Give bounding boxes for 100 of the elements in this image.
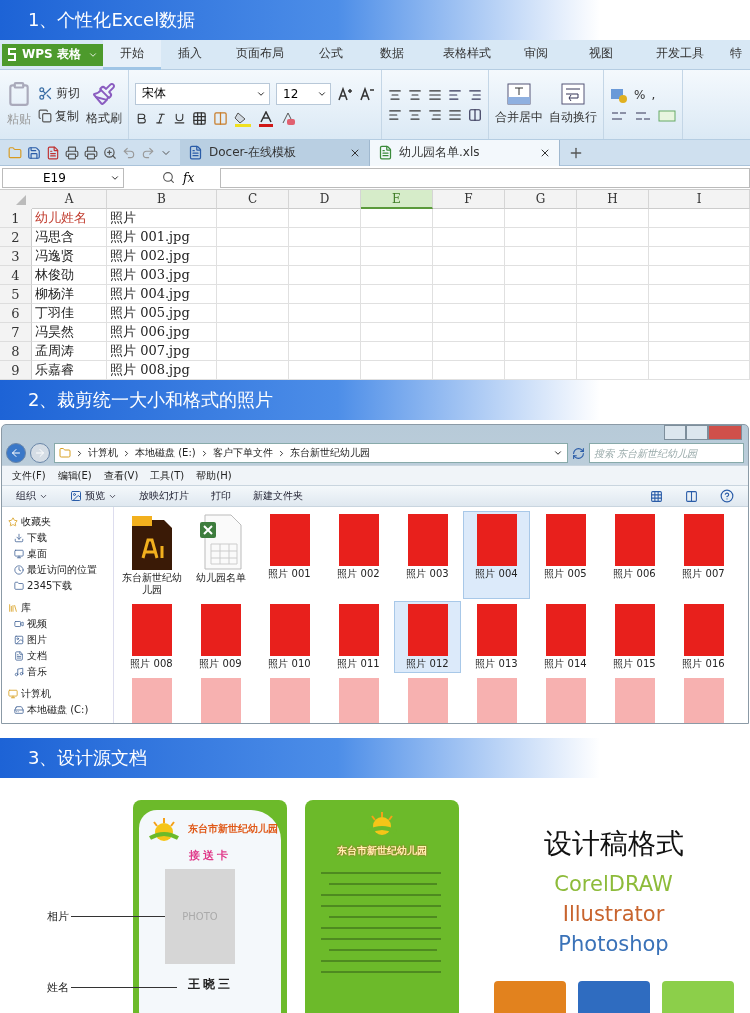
empty-cell[interactable] xyxy=(505,342,577,361)
nav-group[interactable]: 库 xyxy=(8,601,113,615)
empty-cell[interactable] xyxy=(505,323,577,342)
empty-cell[interactable] xyxy=(649,247,750,266)
empty-cell[interactable] xyxy=(289,323,361,342)
file-item[interactable]: 照片 005 xyxy=(532,511,599,599)
empty-cell[interactable] xyxy=(649,342,750,361)
column-header[interactable]: D xyxy=(289,190,361,209)
empty-cell[interactable] xyxy=(361,209,433,228)
document-tab[interactable]: Docer-在线模板 xyxy=(180,139,370,166)
nav-item[interactable]: 音乐 xyxy=(8,665,113,679)
minimize-button[interactable] xyxy=(664,425,686,440)
file-item[interactable]: 照片 010 xyxy=(256,601,323,673)
empty-cell[interactable] xyxy=(649,323,750,342)
nav-item[interactable]: 桌面 xyxy=(8,547,113,561)
file-item[interactable]: 照片 013 xyxy=(463,601,530,673)
empty-cell[interactable] xyxy=(577,209,649,228)
empty-cell[interactable] xyxy=(649,266,750,285)
forward-button[interactable] xyxy=(30,443,50,463)
nav-item[interactable]: 文档 xyxy=(8,649,113,663)
file-item[interactable]: 照片 003 xyxy=(394,511,461,599)
file-item[interactable]: 照片 009 xyxy=(187,601,254,673)
name-box[interactable]: E19 xyxy=(2,167,124,188)
empty-cell[interactable] xyxy=(361,247,433,266)
nav-item[interactable]: 本地磁盘 (C:) xyxy=(8,703,113,717)
empty-cell[interactable] xyxy=(577,266,649,285)
menu-tab[interactable]: 插入 xyxy=(160,39,219,70)
empty-cell[interactable] xyxy=(217,266,289,285)
file-item[interactable]: 照片 011 xyxy=(325,601,392,673)
empty-cell[interactable] xyxy=(577,285,649,304)
file-item[interactable]: 东台新世纪幼儿园 xyxy=(118,511,185,599)
empty-cell[interactable] xyxy=(433,285,505,304)
file-item[interactable]: 照片 014 xyxy=(532,601,599,673)
empty-cell[interactable] xyxy=(289,285,361,304)
empty-cell[interactable] xyxy=(433,342,505,361)
menu-tab[interactable]: 开发工具 xyxy=(638,39,723,70)
nav-item[interactable]: 视频 xyxy=(8,617,113,631)
file-item[interactable]: 幼儿园名单 xyxy=(187,511,254,599)
empty-cell[interactable] xyxy=(649,285,750,304)
file-item[interactable]: 照片 002 xyxy=(325,511,392,599)
maximize-button[interactable] xyxy=(686,425,708,440)
empty-cell[interactable] xyxy=(505,209,577,228)
empty-cell[interactable] xyxy=(289,209,361,228)
merge-center-button[interactable]: 合并居中 xyxy=(495,83,543,126)
empty-cell[interactable] xyxy=(289,304,361,323)
menu-item[interactable]: 工具(T) xyxy=(150,468,185,483)
cut-button[interactable]: 剪切 xyxy=(38,84,80,102)
nav-group[interactable]: 收藏夹 xyxy=(8,515,113,529)
formula-field[interactable] xyxy=(220,167,750,188)
empty-cell[interactable] xyxy=(577,228,649,247)
file-item[interactable]: 照片 001 xyxy=(256,511,323,599)
toolbar-button[interactable]: 预览 xyxy=(70,489,117,503)
toolbar-button[interactable]: 新建文件夹 xyxy=(253,489,303,503)
empty-cell[interactable] xyxy=(505,247,577,266)
menu-item[interactable]: 帮助(H) xyxy=(196,468,232,483)
file-item[interactable]: 照片 015 xyxy=(601,601,668,673)
breadcrumb[interactable]: 客户下单文件 xyxy=(212,446,273,460)
column-header[interactable]: I xyxy=(649,190,750,209)
file-item[interactable]: 照片 012 xyxy=(394,601,461,673)
menu-tab[interactable]: 审阅 xyxy=(508,39,565,70)
empty-cell[interactable] xyxy=(361,285,433,304)
empty-cell[interactable] xyxy=(217,342,289,361)
menu-tab[interactable]: 视图 xyxy=(564,39,639,70)
empty-cell[interactable] xyxy=(217,304,289,323)
nav-item[interactable]: 2345下载 xyxy=(8,579,113,593)
menu-tab[interactable]: 开始 xyxy=(103,39,161,70)
menu-tab[interactable]: 页面布局 xyxy=(218,39,302,70)
format-painter-button[interactable]: 格式刷 xyxy=(86,82,122,127)
breadcrumb[interactable]: 计算机 xyxy=(88,446,118,460)
empty-cell[interactable] xyxy=(649,228,750,247)
empty-cell[interactable] xyxy=(433,304,505,323)
empty-cell[interactable] xyxy=(289,266,361,285)
file-item[interactable]: 照片 006 xyxy=(601,511,668,599)
font-size-select[interactable]: 12 xyxy=(276,82,331,105)
empty-cell[interactable] xyxy=(433,247,505,266)
column-header[interactable]: F xyxy=(433,190,505,209)
empty-cell[interactable] xyxy=(361,323,433,342)
percent-button[interactable]: % xyxy=(634,87,646,102)
menu-tab[interactable]: 特 xyxy=(722,39,750,70)
empty-cell[interactable] xyxy=(361,304,433,323)
empty-cell[interactable] xyxy=(649,304,750,323)
empty-cell[interactable] xyxy=(433,209,505,228)
empty-cell[interactable] xyxy=(217,285,289,304)
comma-style-button[interactable]: , xyxy=(651,87,656,102)
document-tab[interactable]: 幼儿园名单.xls xyxy=(370,139,560,166)
empty-cell[interactable] xyxy=(433,266,505,285)
toolbar-button[interactable]: 放映幻灯片 xyxy=(139,489,189,503)
empty-cell[interactable] xyxy=(577,342,649,361)
empty-cell[interactable] xyxy=(361,342,433,361)
column-header[interactable]: H xyxy=(577,190,649,209)
empty-cell[interactable] xyxy=(577,323,649,342)
empty-cell[interactable] xyxy=(217,247,289,266)
toolbar-button[interactable]: 打印 xyxy=(211,489,231,503)
menu-item[interactable]: 编辑(E) xyxy=(57,468,92,483)
column-header[interactable]: G xyxy=(505,190,577,209)
empty-cell[interactable] xyxy=(217,209,289,228)
menu-tab[interactable]: 表格样式 xyxy=(424,39,509,70)
empty-cell[interactable] xyxy=(649,209,750,228)
empty-cell[interactable] xyxy=(577,304,649,323)
column-header[interactable]: C xyxy=(217,190,289,209)
